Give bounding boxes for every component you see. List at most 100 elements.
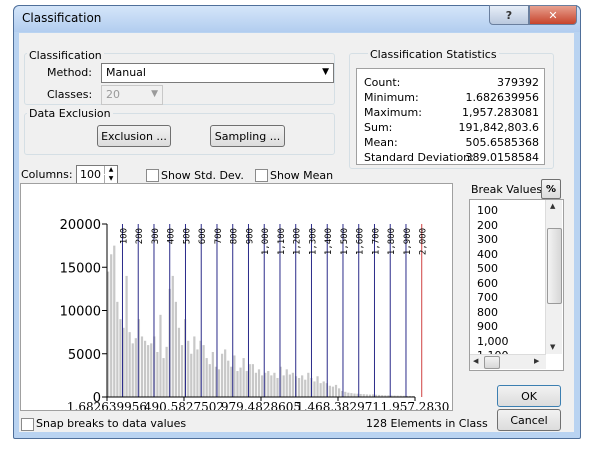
stat-maximum: Maximum: 1,957.283081 <box>364 106 539 120</box>
histogram-bar <box>328 385 331 397</box>
break-label: 200 <box>135 228 145 244</box>
histogram-panel: 100 200 300 400 500 600 700 800 900 1,000 1,100 1,2… <box>20 183 453 414</box>
stat-value: 505.6585368 <box>465 136 539 149</box>
vertical-scrollbar[interactable]: ▲ ▼ <box>545 200 562 354</box>
classification-group-label: Classification <box>27 49 104 62</box>
spin-up-icon[interactable]: ▲ <box>104 166 117 174</box>
histogram-bar <box>147 345 150 397</box>
histogram-bar <box>116 301 119 397</box>
histogram-bar <box>270 375 273 398</box>
list-item[interactable]: 700 <box>477 291 498 305</box>
histogram-bar <box>177 327 181 397</box>
list-item[interactable]: 400 <box>477 248 498 262</box>
list-item[interactable]: 600 <box>477 277 498 291</box>
list-item[interactable]: 100 <box>477 204 498 218</box>
histogram-bar <box>353 393 356 397</box>
histogram-bar <box>193 336 196 397</box>
break-label: 1,600 <box>356 228 366 255</box>
stat-value: 1,957.283081 <box>462 106 539 119</box>
stat-std-dev: Standard Deviation: 389.0158584 <box>364 151 539 165</box>
statistics-group-label: Classification Statistics <box>368 48 499 61</box>
list-item[interactable]: 1,000 <box>477 335 509 349</box>
data-exclusion-label: Data Exclusion <box>27 107 113 120</box>
scroll-up-icon[interactable]: ▲ <box>550 202 555 210</box>
classes-select[interactable]: 20 ▼ <box>101 85 163 105</box>
chevron-down-icon: ▼ <box>322 67 329 77</box>
break-label: 1,200 <box>293 228 303 255</box>
histogram-bar <box>208 364 211 397</box>
list-item[interactable]: 200 <box>477 219 498 233</box>
x-tick-label: 979.4828605 <box>221 400 301 410</box>
histogram-bar <box>220 353 224 397</box>
spin-down-icon[interactable]: ▼ <box>104 175 117 183</box>
ok-button[interactable]: OK <box>497 385 561 407</box>
histogram-bar <box>248 364 251 397</box>
histogram-bar <box>245 371 248 397</box>
cancel-button[interactable]: Cancel <box>497 409 561 431</box>
classification-dialog: Classification ? ✕ Classification Method… <box>13 5 581 439</box>
histogram-bar <box>113 245 116 398</box>
break-label: 100 <box>119 228 129 244</box>
histogram-bar <box>288 374 291 397</box>
percent-button[interactable]: % <box>541 179 561 199</box>
help-button[interactable]: ? <box>489 5 529 25</box>
method-select[interactable]: Manual ▼ <box>101 63 334 83</box>
histogram-bar <box>162 358 165 397</box>
list-item[interactable]: 800 <box>477 306 498 320</box>
histogram-bar <box>297 377 301 397</box>
break-label: 1,700 <box>371 228 381 255</box>
histogram-bar <box>251 364 254 397</box>
classes-label: Classes: <box>47 88 93 101</box>
classes-value: 20 <box>106 88 120 101</box>
histogram-bar <box>344 391 347 397</box>
method-value: Manual <box>106 66 146 79</box>
y-tick-label: 5000 <box>68 348 101 363</box>
title-bar[interactable]: Classification ? ✕ <box>14 5 580 32</box>
scroll-thumb[interactable] <box>547 228 562 304</box>
show-std-dev-checkbox[interactable] <box>146 169 159 182</box>
histogram-bar <box>227 360 230 397</box>
elements-in-class-label: 128 Elements in Class <box>366 417 488 430</box>
histogram-chart[interactable]: 100 200 300 400 500 600 700 800 900 1,000 1,100 1,2… <box>21 184 452 414</box>
histogram-bar <box>347 392 350 397</box>
columns-value: 100 <box>80 168 101 181</box>
horizontal-scrollbar[interactable]: ◀ ▶ <box>470 354 546 369</box>
show-mean-label: Show Mean <box>270 169 334 182</box>
show-mean-checkbox[interactable] <box>255 169 268 182</box>
list-item[interactable]: 500 <box>477 262 498 276</box>
histogram-bar <box>236 371 239 397</box>
histogram-bar <box>125 275 128 397</box>
histogram-bar <box>316 376 319 397</box>
histogram-bar <box>180 345 184 397</box>
histogram-bar <box>174 301 177 397</box>
break-label: 1,800 <box>387 228 397 255</box>
histogram-bar <box>140 336 144 397</box>
scroll-thumb[interactable] <box>484 356 500 369</box>
stat-value: 1.682639956 <box>465 91 539 104</box>
histogram-bar <box>202 345 205 397</box>
scroll-right-icon[interactable]: ▶ <box>534 357 539 365</box>
list-item[interactable]: 900 <box>477 320 498 334</box>
chevron-down-icon: ▼ <box>151 89 158 99</box>
method-label: Method: <box>47 66 92 79</box>
sampling-button[interactable]: Sampling ... <box>210 125 285 147</box>
histogram-bar <box>187 340 190 397</box>
stat-label: Count: <box>364 76 401 89</box>
histogram-bar <box>276 377 279 397</box>
break-values-list[interactable]: 100 200 300 400 500 600 700 800 900 1,00… <box>469 199 564 371</box>
stat-label: Mean: <box>364 136 398 149</box>
scroll-left-icon[interactable]: ◀ <box>473 357 478 365</box>
close-button[interactable]: ✕ <box>529 5 577 25</box>
histogram-bar <box>313 381 316 397</box>
exclusion-button[interactable]: Exclusion ... <box>97 125 171 147</box>
columns-spinner[interactable]: 100 ▲ ▼ <box>76 165 118 185</box>
scroll-down-icon[interactable]: ▼ <box>550 343 555 351</box>
histogram-bar <box>273 372 276 397</box>
stat-label: Standard Deviation: <box>364 151 474 164</box>
stat-label: Maximum: <box>364 106 422 119</box>
list-item[interactable]: 300 <box>477 233 498 247</box>
histogram-bar <box>282 375 285 398</box>
snap-breaks-checkbox[interactable] <box>21 418 34 431</box>
break-label: 900 <box>245 228 255 244</box>
stat-label: Sum: <box>364 121 393 134</box>
